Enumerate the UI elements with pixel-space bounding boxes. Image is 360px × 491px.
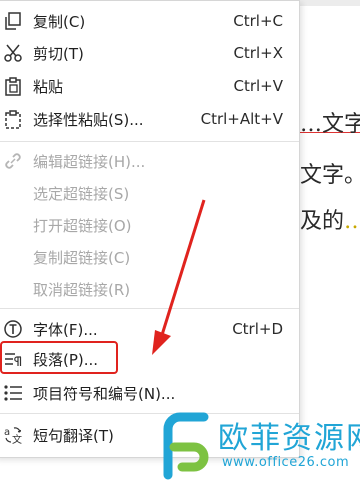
watermark: 欧菲资源网 www.office26.com — [152, 405, 360, 491]
scissors-icon — [3, 43, 23, 63]
menu-item-label: 字体(F)... — [33, 320, 98, 339]
link-icon — [3, 151, 23, 171]
menu-item-edit-hyperlink[interactable]: 编辑超链接(H)... — [0, 144, 299, 178]
document-text-line-3: 及的… — [300, 209, 360, 234]
menu-item-label: 打开超链接(O) — [33, 216, 132, 235]
menu-item-copy-hyperlink[interactable]: 复制超链接(C) — [0, 240, 299, 274]
menu-item-label: 剪切(T) — [33, 44, 84, 63]
menu-item-font[interactable]: 字体(F)... Ctrl+D — [0, 312, 299, 346]
menu-item-label: 短句翻译(T) — [33, 426, 114, 445]
menu-item-label: 选择性粘贴(S)... — [33, 110, 144, 129]
document-text-line-1: …文字 — [300, 112, 360, 137]
menu-separator — [0, 141, 299, 142]
menu-item-shortcut: Ctrl+X — [233, 44, 283, 62]
paragraph-icon — [3, 349, 23, 369]
menu-item-cut[interactable]: 剪切(T) Ctrl+X — [0, 36, 299, 70]
menu-item-shortcut: Ctrl+D — [232, 320, 283, 338]
svg-text:文: 文 — [12, 433, 22, 445]
context-menu: 复制(C) Ctrl+C 剪切(T) Ctrl+X 粘贴 Ctrl+V 选择性粘… — [0, 0, 300, 458]
menu-item-label: 选定超链接(S) — [33, 184, 130, 203]
menu-item-shortcut: Ctrl+Alt+V — [200, 110, 283, 128]
menu-item-open-hyperlink[interactable]: 打开超链接(O) — [0, 208, 299, 242]
menu-item-paste[interactable]: 粘贴 Ctrl+V — [0, 69, 299, 103]
paste-special-icon — [3, 109, 23, 129]
watermark-title: 欧菲资源网 — [218, 421, 360, 456]
menu-item-remove-hyperlink[interactable]: 取消超链接(R) — [0, 272, 299, 306]
paste-icon — [3, 76, 23, 96]
menu-item-copy[interactable]: 复制(C) Ctrl+C — [0, 4, 299, 38]
menu-item-label: 复制超链接(C) — [33, 248, 131, 267]
menu-item-label: 编辑超链接(H)... — [33, 152, 146, 171]
menu-item-paragraph[interactable]: 段落(P)... — [0, 342, 299, 376]
font-icon — [3, 319, 23, 339]
document-text-line-2: 文字。 — [300, 163, 360, 188]
menu-item-label: 取消超链接(R) — [33, 280, 131, 299]
bullet-list-icon — [3, 383, 23, 403]
watermark-url: www.office26.com — [222, 455, 350, 470]
svg-text:a: a — [4, 427, 10, 438]
menu-item-shortcut: Ctrl+C — [233, 12, 283, 30]
menu-item-label: 项目符号和编号(N)... — [33, 384, 176, 403]
menu-item-paste-special[interactable]: 选择性粘贴(S)... Ctrl+Alt+V — [0, 102, 299, 136]
menu-item-select-hyperlink[interactable]: 选定超链接(S) — [0, 176, 299, 210]
menu-item-label: 复制(C) — [33, 12, 86, 31]
menu-separator — [0, 308, 299, 309]
menu-item-label: 段落(P)... — [33, 350, 99, 369]
copy-icon — [3, 11, 23, 31]
translate-icon: a文 — [3, 425, 23, 445]
menu-item-shortcut: Ctrl+V — [233, 77, 283, 95]
watermark-logo-icon — [163, 412, 209, 480]
menu-item-label: 粘贴 — [33, 77, 64, 96]
